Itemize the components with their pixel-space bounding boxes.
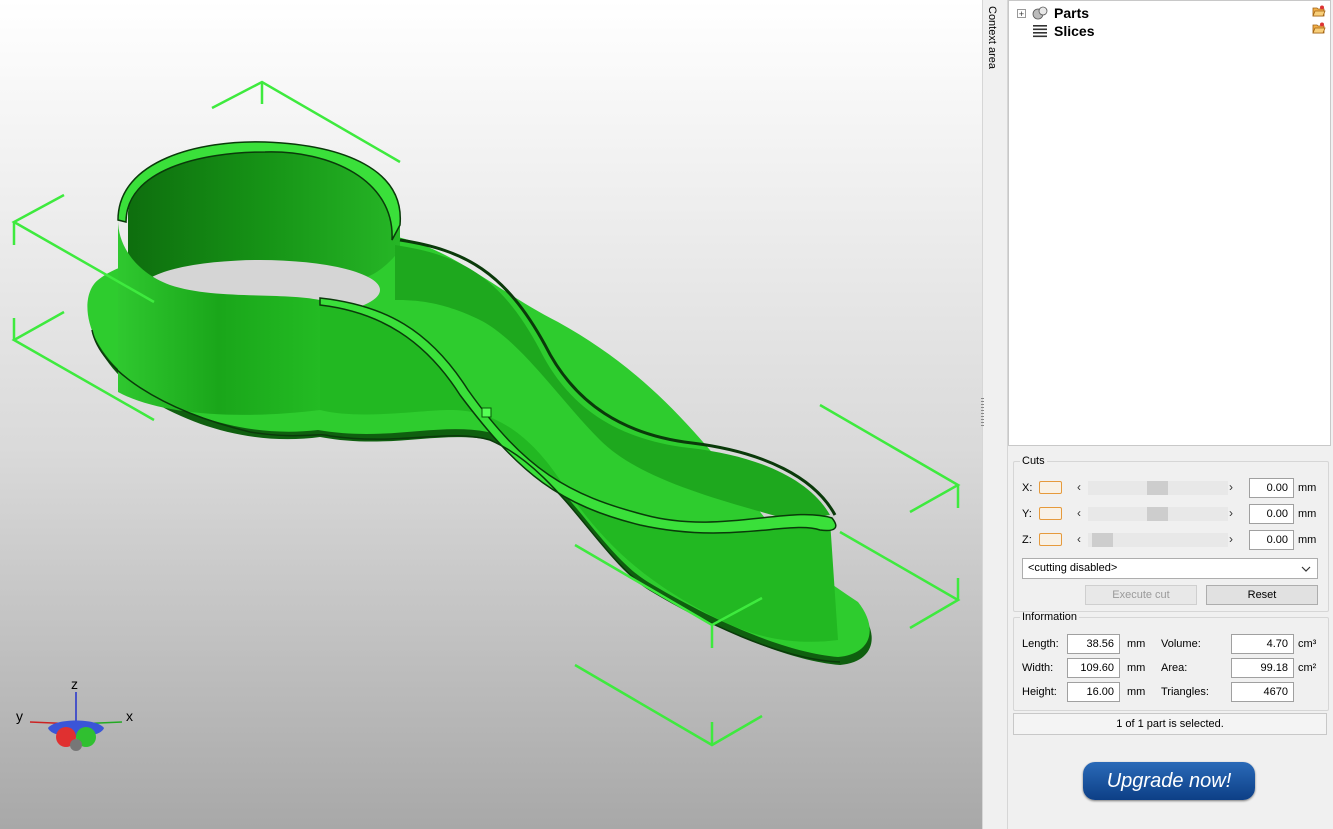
triangles-label: Triangles:: [1161, 686, 1209, 698]
length-label: Length:: [1022, 638, 1059, 650]
reset-button[interactable]: Reset: [1206, 585, 1318, 605]
length-unit: mm: [1127, 638, 1146, 650]
volume-value: 4.70: [1231, 634, 1294, 654]
open-folder-icon[interactable]: [1312, 22, 1326, 34]
cut-z-value[interactable]: 0.00: [1249, 530, 1294, 550]
axes-gizmo[interactable]: [29, 692, 123, 751]
tree-item-parts[interactable]: + Parts: [1017, 5, 1089, 21]
tree-item-label: Slices: [1054, 23, 1095, 39]
upgrade-button[interactable]: Upgrade now!: [1083, 762, 1255, 800]
cut-z-label: Z:: [1022, 534, 1032, 546]
open-folder-icon[interactable]: [1312, 5, 1326, 17]
scene-svg: [11, 80, 961, 751]
cut-x-increase[interactable]: ›: [1229, 480, 1233, 494]
volume-label: Volume:: [1161, 638, 1201, 650]
triangles-value: 4670: [1231, 682, 1294, 702]
cut-x-slider-thumb[interactable]: [1147, 481, 1168, 495]
area-label: Area:: [1161, 662, 1188, 674]
cut-z-increase[interactable]: ›: [1229, 532, 1233, 546]
cut-z-unit: mm: [1298, 534, 1317, 546]
area-value: 99.18: [1231, 658, 1294, 678]
cut-y-value[interactable]: 0.00: [1249, 504, 1294, 524]
execute-cut-button[interactable]: Execute cut: [1085, 585, 1197, 605]
cut-x-decrease[interactable]: ‹: [1077, 480, 1081, 494]
width-unit: mm: [1127, 662, 1146, 674]
cut-z-decrease[interactable]: ‹: [1077, 532, 1081, 546]
width-value: 109.60: [1067, 658, 1120, 678]
cut-y-slider-thumb[interactable]: [1147, 507, 1168, 521]
cut-z-slider-thumb[interactable]: [1092, 533, 1113, 547]
information-title: Information: [1022, 611, 1078, 623]
context-area-label[interactable]: Context area: [986, 6, 998, 69]
length-value: 38.56: [1067, 634, 1120, 654]
cut-mode-value: <cutting disabled>: [1028, 562, 1118, 574]
height-label: Height:: [1022, 686, 1057, 698]
area-unit: cm²: [1298, 662, 1317, 674]
slices-icon: [1033, 25, 1047, 38]
volume-unit: cm³: [1298, 638, 1317, 650]
cut-x-value[interactable]: 0.00: [1249, 478, 1294, 498]
axis-y-label: y: [16, 708, 23, 724]
height-unit: mm: [1127, 686, 1146, 698]
3d-viewport[interactable]: z y x: [0, 0, 982, 829]
cut-mode-select[interactable]: <cutting disabled>: [1022, 558, 1318, 579]
cut-y-label: Y:: [1022, 508, 1032, 520]
cut-x-label: X:: [1022, 482, 1033, 494]
splitter-grip[interactable]: [981, 398, 984, 428]
selection-status: 1 of 1 part is selected.: [1013, 713, 1327, 735]
width-label: Width:: [1022, 662, 1054, 674]
context-area-bar[interactable]: [982, 0, 1008, 829]
cut-x-toggle[interactable]: [1039, 481, 1062, 494]
expand-toggle[interactable]: +: [1017, 8, 1026, 18]
tree-item-slices[interactable]: Slices: [1032, 23, 1094, 39]
cut-z-toggle[interactable]: [1039, 533, 1062, 546]
parts-icon: [1032, 6, 1048, 20]
cuts-title: Cuts: [1022, 455, 1045, 467]
cut-x-unit: mm: [1298, 482, 1317, 494]
cut-y-increase[interactable]: ›: [1229, 506, 1233, 520]
tree-item-label: Parts: [1054, 5, 1090, 21]
axis-z-label: z: [71, 676, 78, 692]
cut-y-toggle[interactable]: [1039, 507, 1062, 520]
object-tree[interactable]: + Parts Slices: [1008, 0, 1331, 446]
cut-y-unit: mm: [1298, 508, 1317, 520]
pivot-marker[interactable]: [481, 407, 492, 418]
cut-y-decrease[interactable]: ‹: [1077, 506, 1081, 520]
chevron-down-icon: [1301, 566, 1311, 572]
axis-x-label: x: [126, 708, 133, 724]
height-value: 16.00: [1067, 682, 1120, 702]
